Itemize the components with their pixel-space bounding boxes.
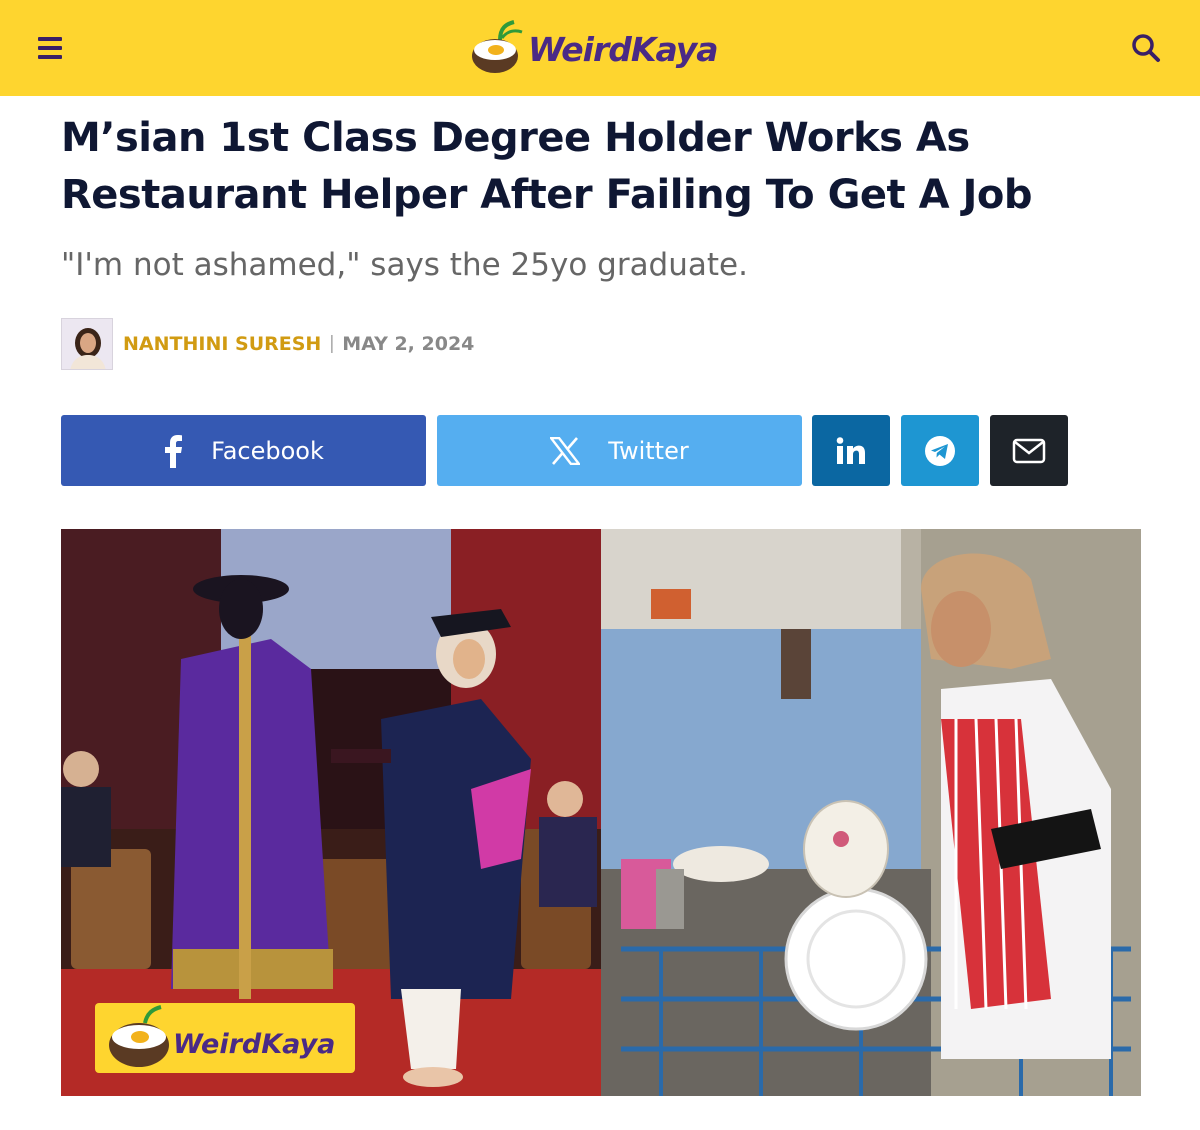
facebook-icon [165,434,183,468]
site-logo-text: WeirdKaya [528,29,718,69]
facebook-share-button[interactable]: Facebook [61,415,426,486]
byline: NANTHINI SURESH | MAY 2, 2024 [61,318,474,370]
telegram-icon [925,435,955,466]
article-hero-image: WeirdKaya [61,529,1141,1096]
twitter-share-button[interactable]: Twitter [437,415,802,486]
facebook-share-label: Facebook [211,436,324,465]
author-name[interactable]: NANTHINI SURESH [123,333,321,355]
article-subheadline: "I'm not ashamed," says the 25yo graduat… [61,247,748,283]
publish-date: MAY 2, 2024 [342,333,475,355]
x-icon [550,436,581,465]
site-header: WeirdKaya [0,0,1200,96]
graduation-and-dishwashing-photo: WeirdKaya [61,529,1141,1096]
hamburger-menu-icon[interactable] [38,30,74,66]
linkedin-share-button[interactable] [812,415,890,486]
envelope-icon [1012,438,1046,463]
coconut-logo-icon [472,20,523,73]
article-headline: M’sian 1st Class Degree Holder Works As … [61,115,1032,218]
twitter-share-label: Twitter [608,436,689,465]
email-share-button[interactable] [990,415,1068,486]
hero-watermark-text: WeirdKaya [173,1029,335,1060]
search-icon[interactable] [1128,30,1164,66]
site-logo[interactable]: WeirdKaya [470,18,740,80]
linkedin-icon [836,436,865,464]
telegram-share-button[interactable] [901,415,979,486]
byline-separator: | [329,333,335,354]
author-avatar[interactable] [61,318,113,370]
